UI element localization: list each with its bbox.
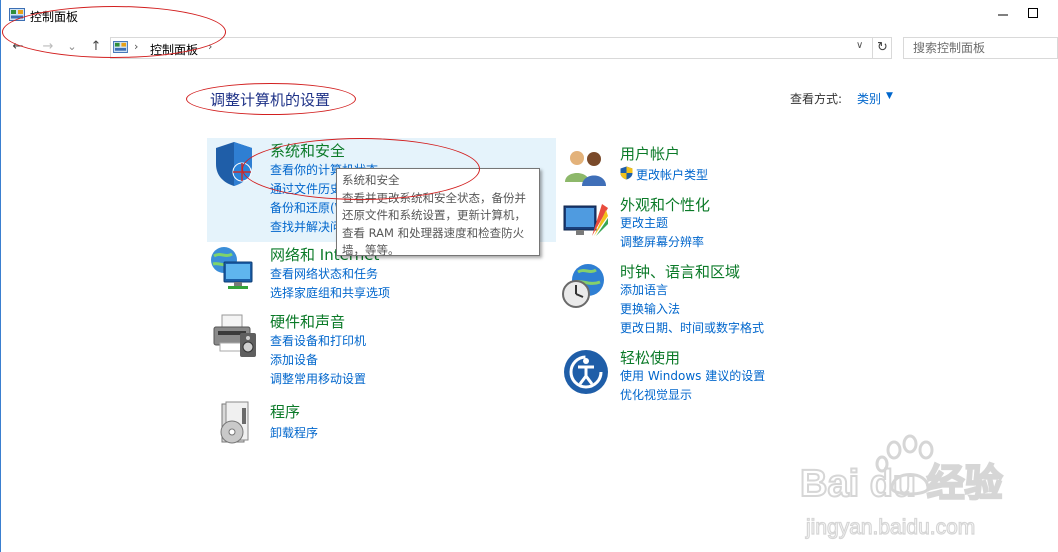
minimize-icon[interactable] <box>996 6 1010 22</box>
address-bar[interactable] <box>110 37 892 59</box>
uac-shield-icon <box>620 166 633 180</box>
window-border <box>0 0 1 552</box>
ease-of-access-icon[interactable] <box>562 348 610 396</box>
refresh-icon[interactable]: ↻ <box>872 38 892 58</box>
tooltip-line: 墙，等等。 <box>342 243 400 257</box>
category-title-user-accounts[interactable]: 用户帐户 <box>620 143 680 164</box>
link-change-input-method[interactable]: 更换输入法 <box>620 300 680 317</box>
chevron-down-icon[interactable]: ∨ <box>856 40 863 51</box>
caret-down-icon[interactable]: ▼ <box>886 91 893 101</box>
link-network-status[interactable]: 查看网络状态和任务 <box>270 265 378 282</box>
link-change-account-type[interactable]: 更改帐户类型 <box>636 166 708 183</box>
category-title-hardware-sound[interactable]: 硬件和声音 <box>270 311 345 332</box>
maximize-icon[interactable] <box>1028 8 1038 18</box>
watermark-brand: Bai du 经验 <box>800 463 1003 505</box>
category-title-clock-language-region[interactable]: 时钟、语言和区域 <box>620 261 740 282</box>
view-by-label: 查看方式: <box>790 92 843 106</box>
tooltip-line: 还原文件和系统设置，更新计算机， <box>342 208 526 222</box>
category-title-appearance[interactable]: 外观和个性化 <box>620 194 710 215</box>
appearance-icon[interactable] <box>562 196 610 244</box>
link-devices-printers[interactable]: 查看设备和打印机 <box>270 332 366 349</box>
baidu-watermark-logo: Bai du 经验 jingyan.baidu.com <box>799 434 1004 540</box>
annotation-oval-heading <box>186 83 356 115</box>
printer-icon[interactable] <box>210 311 258 359</box>
watermark-url: jingyan.baidu.com <box>805 516 975 539</box>
category-title-ease-of-access[interactable]: 轻松使用 <box>620 347 680 368</box>
link-recommended-settings[interactable]: 使用 Windows 建议的设置 <box>620 367 765 384</box>
search-input[interactable] <box>903 37 1058 59</box>
users-icon[interactable] <box>562 144 610 192</box>
link-homegroup[interactable]: 选择家庭组和共享选项 <box>270 284 390 301</box>
clock-globe-icon[interactable] <box>560 262 608 310</box>
link-uninstall-program[interactable]: 卸载程序 <box>270 424 318 441</box>
link-mobility-settings[interactable]: 调整常用移动设置 <box>270 370 366 387</box>
annotation-oval-title <box>2 6 226 58</box>
link-add-language[interactable]: 添加语言 <box>620 281 668 298</box>
link-add-device[interactable]: 添加设备 <box>270 351 318 368</box>
link-change-theme[interactable]: 更改主题 <box>620 214 668 231</box>
tooltip-line: 查看 RAM 和处理器速度和检查防火 <box>342 225 525 240</box>
network-icon[interactable] <box>208 244 256 292</box>
programs-icon[interactable] <box>212 400 260 448</box>
view-by-dropdown[interactable]: 类别 <box>857 90 881 107</box>
link-screen-resolution[interactable]: 调整屏幕分辨率 <box>620 233 704 250</box>
category-title-programs[interactable]: 程序 <box>270 401 300 422</box>
annotation-oval-system-security <box>242 138 480 200</box>
link-change-date-time-format[interactable]: 更改日期、时间或数字格式 <box>620 319 764 336</box>
link-optimize-visual-display[interactable]: 优化视觉显示 <box>620 386 692 403</box>
